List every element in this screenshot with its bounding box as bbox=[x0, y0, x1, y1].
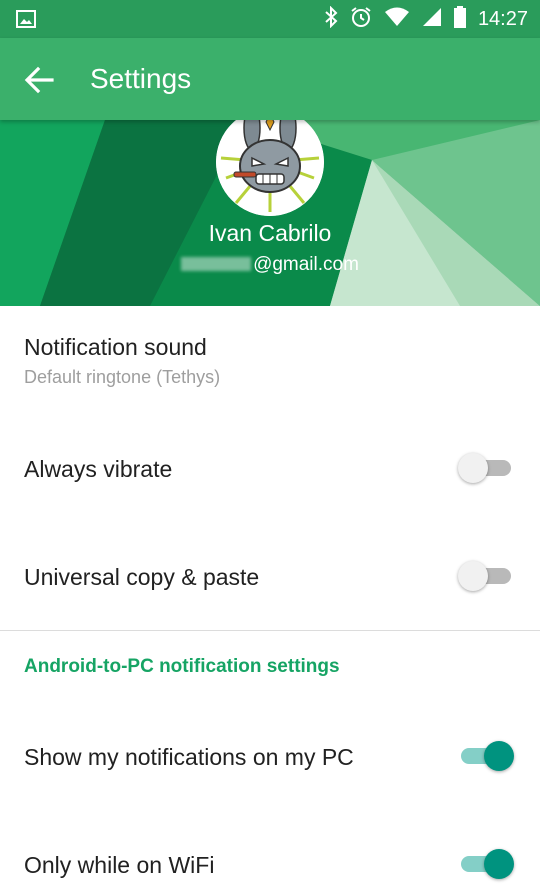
universal-copy-title: Universal copy & paste bbox=[24, 564, 260, 590]
profile-email-domain: @gmail.com bbox=[253, 254, 359, 275]
notification-sound-row[interactable]: Notification sound Default ringtone (Tet… bbox=[0, 306, 540, 410]
alarm-icon bbox=[350, 6, 372, 33]
image-icon bbox=[16, 10, 36, 33]
app-bar: Settings bbox=[0, 38, 540, 120]
toggle-thumb bbox=[484, 741, 514, 771]
status-time: 14:27 bbox=[477, 7, 528, 30]
always-vibrate-row[interactable]: Always vibrate bbox=[0, 430, 540, 510]
status-bar: 14:27 bbox=[0, 0, 540, 38]
wifi-icon bbox=[384, 7, 410, 32]
profile-banner: Ivan Cabrilo @gmail.com bbox=[0, 120, 540, 306]
only-wifi-row[interactable]: Only while on WiFi bbox=[0, 826, 540, 887]
only-wifi-toggle[interactable] bbox=[458, 849, 514, 879]
bluetooth-icon bbox=[324, 5, 338, 33]
only-wifi-title: Only while on WiFi bbox=[24, 852, 215, 878]
always-vibrate-title: Always vibrate bbox=[24, 456, 173, 482]
universal-copy-toggle[interactable] bbox=[458, 561, 512, 591]
toggle-thumb bbox=[458, 561, 488, 591]
arrow-back-icon[interactable] bbox=[20, 60, 60, 100]
show-notifications-title: Show my notifications on my PC bbox=[24, 744, 354, 770]
profile-email: @gmail.com bbox=[0, 254, 540, 276]
profile-name: Ivan Cabrilo bbox=[208, 220, 332, 246]
always-vibrate-toggle[interactable] bbox=[458, 453, 512, 483]
page-title: Settings bbox=[90, 63, 192, 94]
notification-sound-title: Notification sound bbox=[24, 334, 207, 360]
toggle-thumb bbox=[484, 849, 514, 879]
signal-icon bbox=[422, 7, 442, 32]
notification-sound-subtitle: Default ringtone (Tethys) bbox=[24, 367, 221, 387]
section-divider bbox=[0, 630, 540, 631]
section-header: Android-to-PC notification settings bbox=[24, 656, 340, 677]
show-notifications-row[interactable]: Show my notifications on my PC bbox=[0, 718, 540, 798]
email-redaction bbox=[181, 257, 252, 271]
show-notifications-toggle[interactable] bbox=[458, 741, 514, 771]
toggle-thumb bbox=[458, 453, 488, 483]
universal-copy-row[interactable]: Universal copy & paste bbox=[0, 538, 540, 618]
battery-icon bbox=[453, 5, 466, 33]
